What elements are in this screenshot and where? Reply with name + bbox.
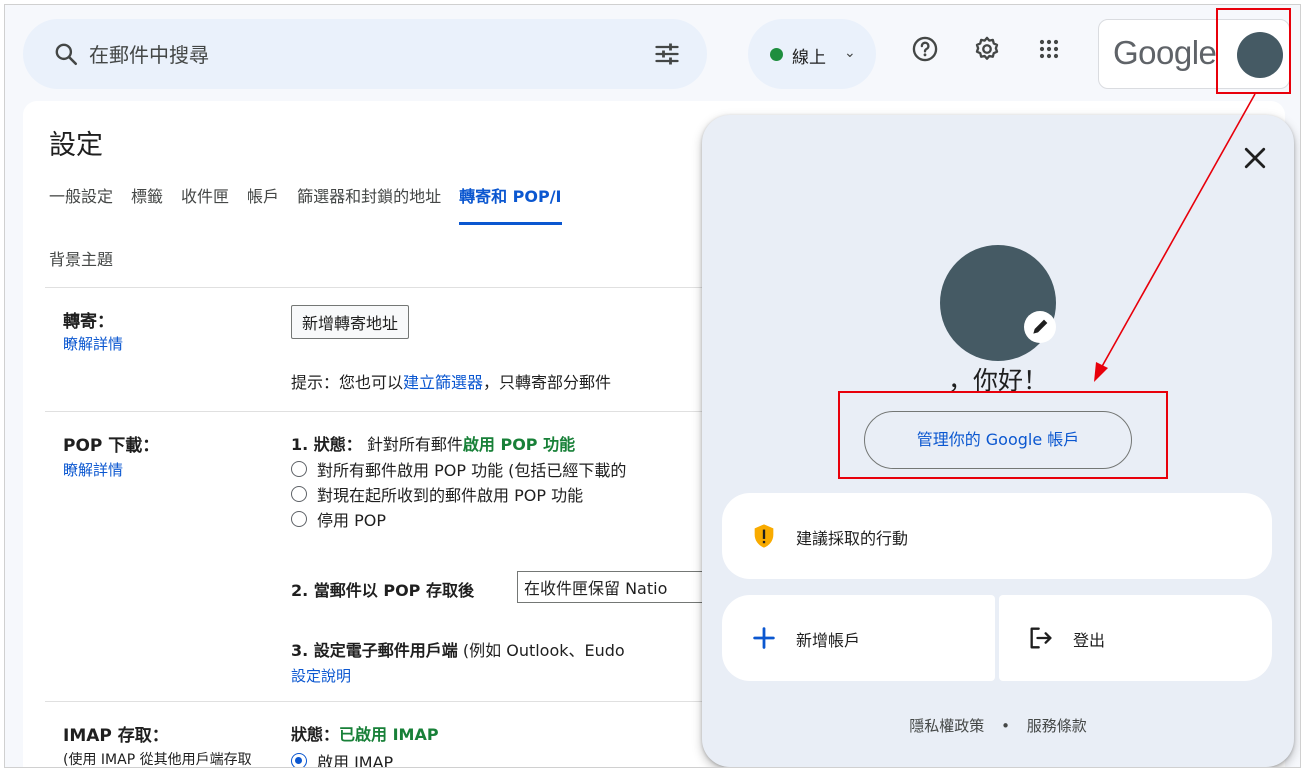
forwarding-learn-more-link[interactable]: 瞭解詳情: [63, 333, 123, 354]
tip-prefix: 提示：您也可以: [291, 373, 404, 392]
pop-option-all: 對所有郵件啟用 POP 功能 (包括已經下載的: [317, 461, 627, 480]
search-icon[interactable]: [53, 41, 79, 67]
tab-filters[interactable]: 篩選器和封鎖的地址: [297, 185, 441, 225]
pop-option-disable: 停用 POP: [317, 511, 386, 530]
forwarding-tip: 提示：您也可以建立篩選器，只轉寄部分郵件: [291, 369, 611, 393]
pop-all-radio[interactable]: [291, 461, 307, 477]
pencil-icon: [1033, 319, 1048, 334]
pop-title: POP 下載：: [63, 436, 160, 456]
pop-step2-label: 2. 當郵件以 POP 存取後: [291, 581, 474, 600]
shield-warning-icon: [754, 524, 774, 548]
gmail-window: 在郵件中搜尋 線上 ⌄ Google 設定 一般設定 標籤 收件匣 帳戶 篩選器…: [4, 4, 1301, 768]
sign-out-button[interactable]: 登出: [999, 595, 1272, 681]
annotation-box-avatar: [1216, 8, 1291, 94]
chevron-down-icon: ⌄: [844, 45, 856, 61]
pop-step3-label: 3. 設定電子郵件用戶端: [291, 641, 458, 660]
tab-accounts[interactable]: 帳戶: [247, 185, 279, 225]
page-title: 設定: [49, 130, 103, 161]
gear-icon[interactable]: [973, 35, 1001, 63]
filter-options-icon[interactable]: [653, 40, 681, 68]
pop-action-select[interactable]: 在收件匣保留 Natio: [517, 571, 707, 603]
add-account-button[interactable]: 新增帳戶: [722, 595, 995, 681]
logout-icon: [1030, 627, 1052, 649]
online-status-dot: [770, 48, 783, 61]
create-filter-link[interactable]: 建立篩選器: [403, 373, 483, 392]
imap-subtitle: (使用 IMAP 從其他用戶端存取: [63, 752, 252, 768]
tab-forwarding-pop-imap[interactable]: 轉寄和 POP/I: [459, 185, 562, 225]
terms-of-service-link[interactable]: 服務條款: [1027, 717, 1087, 735]
sign-out-label: 登出: [1073, 631, 1106, 650]
profile-avatar[interactable]: [940, 245, 1056, 361]
imap-status-value: 已啟用 IMAP: [339, 725, 439, 744]
imap-title: IMAP 存取：: [63, 726, 169, 746]
status-chip[interactable]: 線上 ⌄: [748, 19, 876, 89]
pop-status-value: 啟用 POP 功能: [462, 435, 576, 454]
pop-learn-more-link[interactable]: 瞭解詳情: [63, 459, 123, 480]
pop-step3-suffix: (例如 Outlook、Eudo: [462, 641, 625, 660]
google-logo: Google: [1113, 34, 1217, 71]
tab-inbox[interactable]: 收件匣: [181, 185, 229, 225]
tab-labels[interactable]: 標籤: [131, 185, 163, 225]
footer-separator: •: [1001, 717, 1010, 735]
plus-icon: [753, 627, 775, 649]
search-bar[interactable]: 在郵件中搜尋: [23, 19, 707, 89]
imap-enable-radio[interactable]: [291, 753, 307, 767]
edit-avatar-button[interactable]: [1024, 311, 1056, 343]
help-icon[interactable]: [911, 35, 939, 63]
privacy-policy-link[interactable]: 隱私權政策: [909, 717, 984, 735]
search-input[interactable]: 在郵件中搜尋: [89, 39, 209, 68]
forwarding-title: 轉寄：: [63, 312, 114, 332]
status-label: 線上: [792, 48, 826, 68]
annotation-box-manage-account: [838, 391, 1168, 479]
apps-grid-icon[interactable]: [1035, 35, 1063, 63]
recommended-actions-label: 建議採取的行動: [796, 529, 909, 548]
pop-step3: 3. 設定電子郵件用戶端 (例如 Outlook、Eudo: [291, 637, 625, 661]
tab-themes[interactable]: 背景主題: [49, 246, 113, 270]
pop-setup-instructions-link[interactable]: 設定說明: [291, 665, 351, 686]
tip-suffix: ，只轉寄部分郵件: [483, 373, 612, 392]
popup-footer-links: 隱私權政策 • 服務條款: [702, 715, 1294, 736]
pop-status: 1. 狀態： 針對所有郵件啟用 POP 功能: [291, 431, 575, 455]
add-account-label: 新增帳戶: [796, 631, 861, 650]
recommended-actions-button[interactable]: 建議採取的行動: [722, 493, 1272, 579]
imap-status: 狀態：已啟用 IMAP: [291, 721, 439, 745]
add-forwarding-address-button[interactable]: 新增轉寄地址: [291, 305, 410, 339]
imap-option-enable: 啟用 IMAP: [317, 753, 394, 768]
pop-status-mid: 針對所有郵件: [366, 435, 463, 454]
pop-option-new: 對現在起所收到的郵件啟用 POP 功能: [317, 486, 584, 505]
close-icon[interactable]: [1240, 143, 1270, 173]
pop-new-radio[interactable]: [291, 486, 307, 502]
pop-status-prefix: 1. 狀態：: [291, 435, 362, 454]
settings-tabs: 一般設定 標籤 收件匣 帳戶 篩選器和封鎖的地址 轉寄和 POP/I: [49, 185, 580, 225]
pop-disable-radio[interactable]: [291, 511, 307, 527]
imap-status-prefix: 狀態：: [291, 725, 340, 744]
tab-general[interactable]: 一般設定: [49, 185, 113, 225]
